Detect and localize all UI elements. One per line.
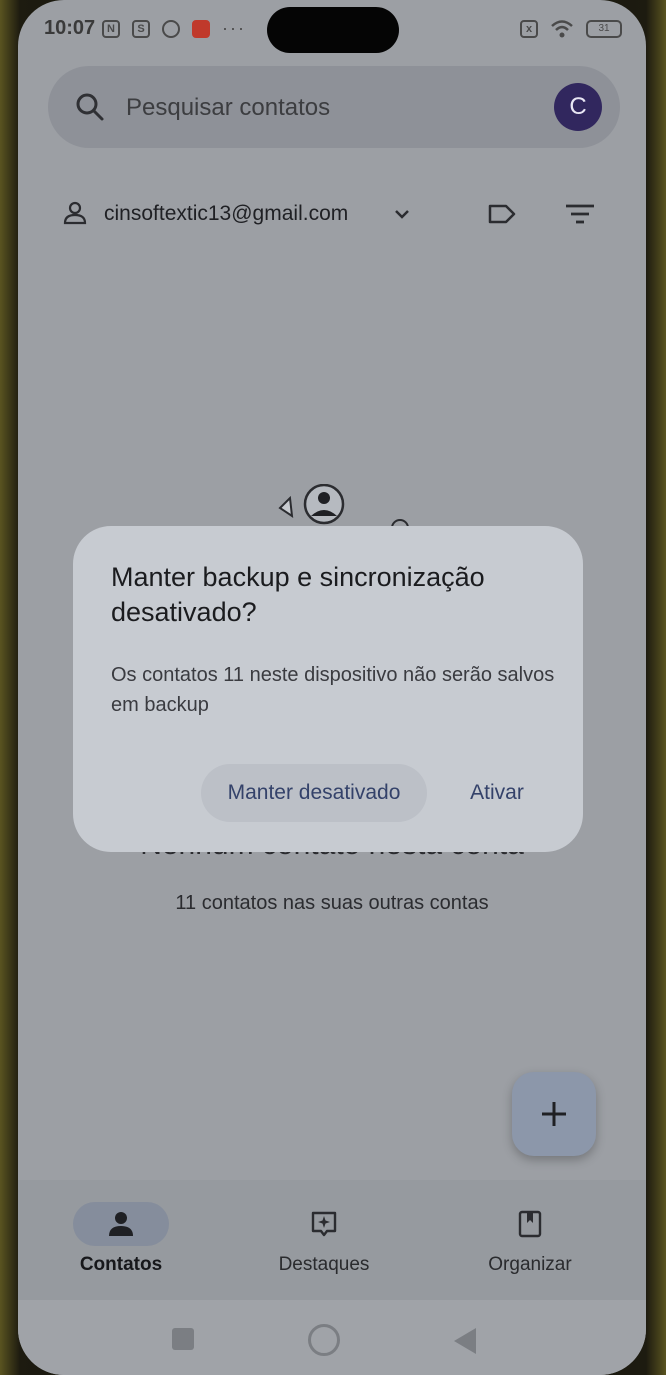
backup-sync-dialog: Manter backup e sincronização desativado… (73, 526, 583, 852)
back-button[interactable] (454, 1328, 476, 1354)
status-time: 10:07 (44, 17, 96, 39)
highlights-icon (311, 1211, 337, 1237)
app-notification-icon (192, 19, 210, 38)
wifi-icon (551, 20, 573, 38)
nav-label: Destaques (278, 1254, 370, 1275)
dialog-message: Os contatos 11 neste dispositivo não ser… (111, 664, 555, 716)
home-button[interactable] (308, 1324, 340, 1356)
label-icon[interactable] (486, 200, 518, 228)
more-notifications-icon: ··· (222, 18, 246, 38)
nav-pill (73, 1202, 169, 1246)
filter-icon[interactable] (564, 200, 596, 228)
add-contact-button[interactable] (512, 1072, 596, 1156)
dialog-title: Manter backup e sincronização desativado… (111, 562, 485, 627)
chevron-down-icon[interactable] (392, 204, 412, 224)
nav-item-contatos[interactable]: Contatos (41, 1202, 201, 1276)
screen: 10:07 N S ··· x 31 Pesquisar contatos C (18, 0, 646, 1375)
person-icon (63, 201, 87, 225)
search-icon[interactable] (74, 91, 106, 123)
no-sim-icon: x (520, 20, 538, 38)
empty-state-subtitle[interactable]: 11 contatos nas suas outras contas (18, 892, 646, 915)
status-notification-icons: N S ··· (102, 18, 246, 39)
account-avatar[interactable]: C (554, 83, 602, 131)
status-system-icons: x 31 (520, 19, 622, 39)
keep-off-button[interactable]: Manter desativado (201, 764, 427, 822)
bookmark-icon (518, 1210, 542, 1238)
bottom-navigation: Contatos Destaques Organizar (18, 1180, 646, 1300)
nav-label: Contatos (79, 1254, 163, 1275)
recents-button[interactable] (172, 1328, 194, 1350)
nav-label: Organizar (488, 1254, 572, 1275)
gear-icon (162, 19, 180, 38)
search-bar[interactable]: Pesquisar contatos C (48, 66, 620, 148)
nav-item-destaques[interactable]: Destaques (244, 1202, 404, 1276)
battery-icon: 31 (586, 20, 622, 38)
enable-button[interactable]: Ativar (447, 764, 547, 822)
account-email[interactable]: cinsoftextic13@gmail.com (104, 202, 348, 226)
search-input[interactable]: Pesquisar contatos (126, 94, 330, 122)
nav-pill (276, 1202, 372, 1246)
account-selector-row: cinsoftextic13@gmail.com (62, 196, 622, 232)
sim-icon: S (132, 19, 150, 38)
camera-notch (267, 7, 399, 53)
person-icon (109, 1212, 133, 1236)
plus-icon (542, 1102, 566, 1126)
nfc-icon: N (102, 19, 120, 38)
status-bar: 10:07 N S ··· x 31 (18, 0, 646, 60)
nav-pill (482, 1202, 578, 1246)
system-navigation-bar (18, 1300, 646, 1375)
nav-item-organizar[interactable]: Organizar (450, 1202, 610, 1276)
